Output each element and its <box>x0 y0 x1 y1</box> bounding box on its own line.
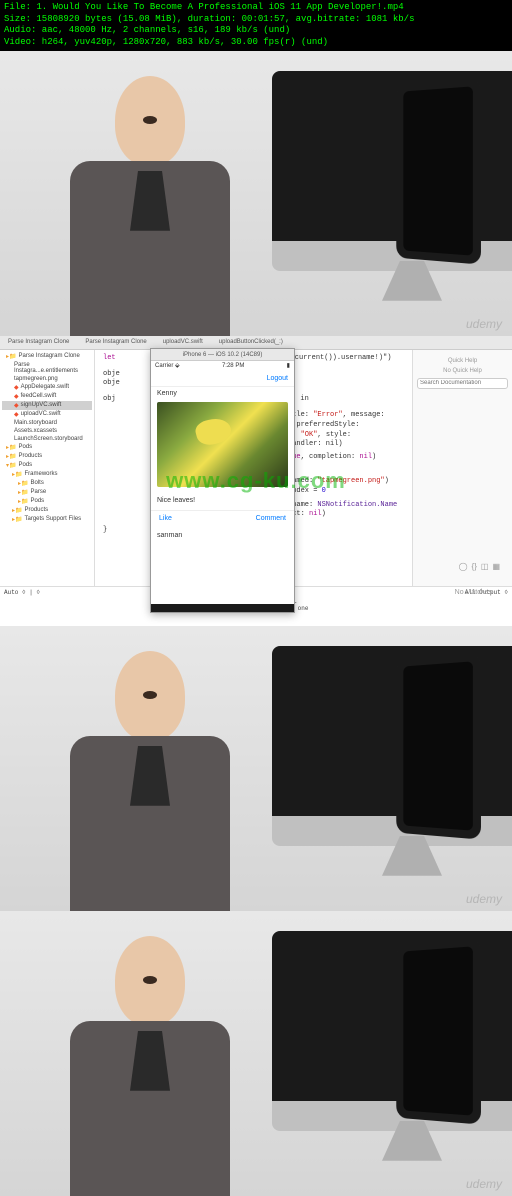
nav-folder[interactable]: ▸📁Products <box>2 506 92 515</box>
folder-icon: ▸📁 <box>12 516 22 523</box>
status-bar: Carrier ⬙ 7:28 PM ▮ <box>151 361 294 371</box>
xcode-screenshot-frame: Parse Instagram Clone Parse Instagram Cl… <box>0 336 512 626</box>
nav-project-root[interactable]: ▸📁Parse Instagram Clone <box>2 352 92 361</box>
folder-icon: ▸📁 <box>12 471 22 478</box>
object-lib-icon[interactable]: ◫ <box>481 562 489 571</box>
udemy-watermark: udemy <box>466 1177 502 1191</box>
nav-folder[interactable]: ▸📁Bolts <box>2 479 92 488</box>
logout-button[interactable]: Logout <box>267 375 288 382</box>
nav-file[interactable]: ◆AppDelegate.swift <box>2 383 92 392</box>
breadcrumb-item[interactable]: Parse Instagram Clone <box>4 339 73 345</box>
swift-icon: ◆ <box>14 384 19 391</box>
instructor-figure <box>60 651 240 911</box>
instructor-figure <box>60 76 240 336</box>
swift-icon: ◆ <box>14 402 19 409</box>
app-nav-bar: Logout <box>151 371 294 387</box>
post-caption: Nice leaves! <box>151 491 294 511</box>
breadcrumb-item[interactable]: uploadVC.swift <box>159 339 207 345</box>
tab-bar[interactable] <box>151 604 294 612</box>
xcode-inspector-panel[interactable]: Quick Help No Quick Help ◯ {} ◫ ▦ <box>412 350 512 586</box>
battery-icon: ▮ <box>287 362 290 369</box>
folder-icon: ▸📁 <box>12 507 22 514</box>
carrier-label: Carrier ⬙ <box>155 362 180 369</box>
nav-folder[interactable]: ▸📁Pods <box>2 497 92 506</box>
nav-file[interactable]: Parse Instagra...e.entitlements <box>2 361 92 375</box>
like-button[interactable]: Like <box>159 515 172 522</box>
breadcrumb-item[interactable]: uploadButtonClicked(_:) <box>215 339 287 345</box>
instructor-figure <box>60 936 240 1196</box>
nav-folder[interactable]: ▸📁Pods <box>2 443 92 452</box>
udemy-watermark: udemy <box>466 892 502 906</box>
folder-icon: ▸📁 <box>6 444 16 451</box>
nav-file[interactable]: LaunchScreen.storyboard <box>2 435 92 443</box>
post-username: Kenny <box>151 387 294 400</box>
nav-file[interactable]: Assets.xcassets <box>2 427 92 435</box>
nav-file[interactable]: Main.storyboard <box>2 419 92 427</box>
iphone-prop <box>396 77 481 264</box>
folder-icon: ▸📁 <box>18 480 28 487</box>
nav-folder[interactable]: ▸📁Parse <box>2 488 92 497</box>
object-lib-icon[interactable]: ◯ <box>459 562 468 571</box>
iphone-prop <box>396 937 481 1124</box>
nav-file-selected[interactable]: ◆signUpVC.swift <box>2 401 92 410</box>
media-video-line: Video: h264, yuv420p, 1280x720, 883 kb/s… <box>4 37 508 49</box>
media-info-overlay: File: 1. Would You Like To Become A Prof… <box>0 0 512 51</box>
folder-icon: ▸📁 <box>18 489 28 496</box>
video-frame-4: udemy <box>0 911 512 1196</box>
swift-icon: ◆ <box>14 411 19 418</box>
debug-auto-label: Auto ◊ | ◊ <box>4 589 40 596</box>
object-lib-icon[interactable]: {} <box>472 562 477 571</box>
nav-folder[interactable]: ▾📁Pods <box>2 461 92 470</box>
ios-simulator-window[interactable]: iPhone 6 — iOS 10.2 (14C89) Carrier ⬙ 7:… <box>150 348 295 613</box>
nav-folder[interactable]: ▸📁Products <box>2 452 92 461</box>
clock-label: 7:28 PM <box>222 363 244 369</box>
post-username-2: sarıman <box>151 526 294 545</box>
folder-icon: ▸📁 <box>18 498 28 505</box>
no-matches-label: No Matches <box>455 589 492 596</box>
nav-file[interactable]: ◆feedCell.swift <box>2 392 92 401</box>
doc-search-input[interactable] <box>417 378 508 389</box>
iphone-prop <box>396 652 481 839</box>
breadcrumb-item[interactable]: Parse Instagram Clone <box>81 339 150 345</box>
simulator-titlebar[interactable]: iPhone 6 — iOS 10.2 (14C89) <box>151 349 294 361</box>
video-frame-1: udemy <box>0 51 512 336</box>
quick-help-title: Quick Help <box>417 358 508 364</box>
object-lib-icon[interactable]: ▦ <box>492 562 500 571</box>
post-image[interactable] <box>157 402 288 487</box>
media-file-line: File: 1. Would You Like To Become A Prof… <box>4 2 508 14</box>
media-size-line: Size: 15808920 bytes (15.08 MiB), durati… <box>4 14 508 26</box>
comment-button[interactable]: Comment <box>256 515 286 522</box>
swift-icon: ◆ <box>14 393 19 400</box>
nav-folder[interactable]: ▸📁Frameworks <box>2 470 92 479</box>
udemy-watermark: udemy <box>466 317 502 331</box>
quick-help-empty: No Quick Help <box>417 368 508 374</box>
video-frame-3: udemy <box>0 626 512 911</box>
xcode-project-navigator[interactable]: ▸📁Parse Instagram Clone Parse Instagra..… <box>0 350 95 586</box>
nav-folder[interactable]: ▸📁Targets Support Files <box>2 515 92 524</box>
folder-icon: ▾📁 <box>6 462 16 469</box>
folder-icon: ▸📁 <box>6 353 16 360</box>
folder-icon: ▸📁 <box>6 453 16 460</box>
nav-file[interactable]: ◆uploadVC.swift <box>2 410 92 419</box>
nav-file[interactable]: tapmegreen.png <box>2 375 92 383</box>
media-audio-line: Audio: aac, 48000 Hz, 2 channels, s16, 1… <box>4 25 508 37</box>
